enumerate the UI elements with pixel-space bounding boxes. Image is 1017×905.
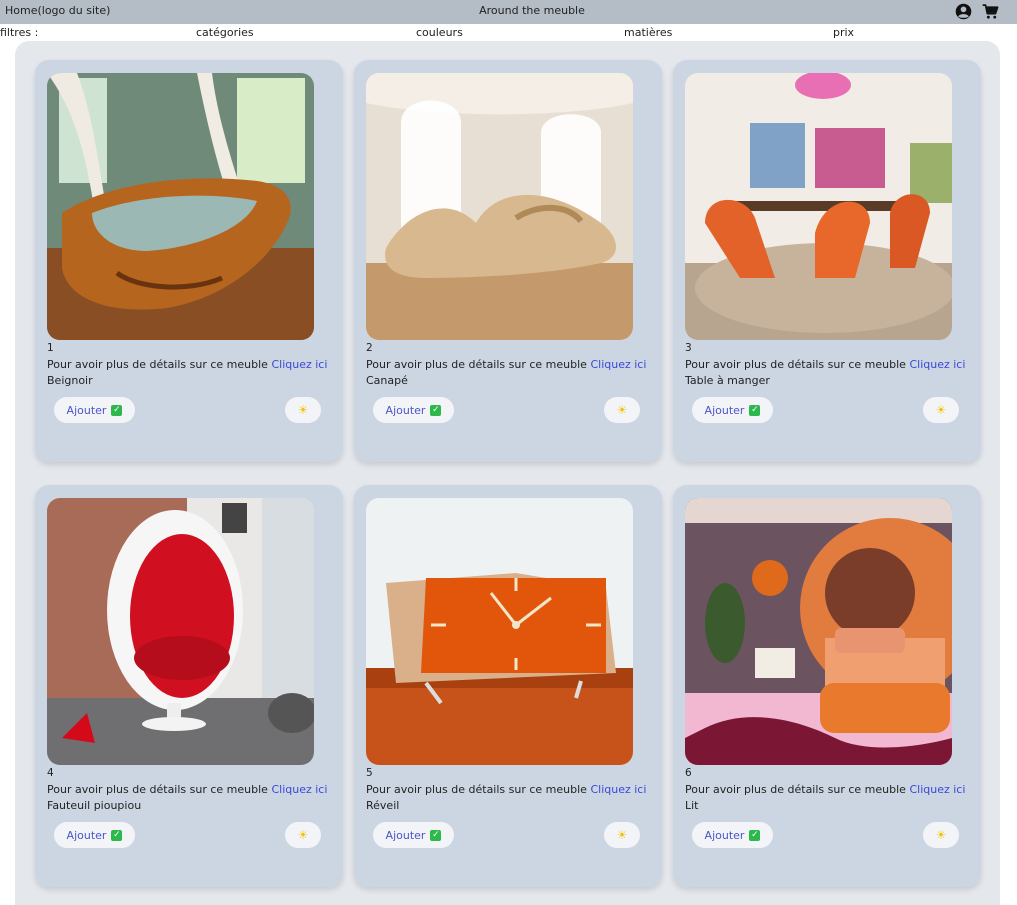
sun-button[interactable]: ☀ <box>923 397 959 423</box>
product-detail-text: Pour avoir plus de détails sur ce meuble… <box>366 358 646 371</box>
sun-icon: ☀ <box>297 828 309 842</box>
detail-label: Pour avoir plus de détails sur ce meuble <box>685 358 906 371</box>
add-label: Ajouter <box>704 828 745 842</box>
add-to-cart-button[interactable]: Ajouter ✓ <box>373 822 454 848</box>
product-name: Canapé <box>366 374 408 387</box>
product-image-bed[interactable] <box>685 498 952 765</box>
detail-label: Pour avoir plus de détails sur ce meuble <box>47 783 268 796</box>
check-box-icon: ✓ <box>749 404 761 416</box>
account-circle-icon[interactable] <box>955 3 972 20</box>
filters-bar: filtres : catégories couleurs matières p… <box>0 25 1017 41</box>
product-detail-text: Pour avoir plus de détails sur ce meuble… <box>685 783 965 796</box>
sun-button[interactable]: ☀ <box>285 822 321 848</box>
detail-label: Pour avoir plus de détails sur ce meuble <box>47 358 268 371</box>
product-name: Fauteuil pioupiou <box>47 799 142 812</box>
filter-price[interactable]: prix <box>833 26 854 39</box>
product-name: Réveil <box>366 799 400 812</box>
product-detail-text: Pour avoir plus de détails sur ce meuble… <box>366 783 646 796</box>
details-link[interactable]: Cliquez ici <box>271 358 327 371</box>
sun-icon: ☀ <box>297 403 309 417</box>
site-title: Around the meuble <box>479 4 585 17</box>
product-number: 5 <box>366 767 373 779</box>
product-image-clock[interactable] <box>366 498 633 765</box>
product-card: 1 Pour avoir plus de détails sur ce meub… <box>35 60 343 462</box>
product-detail-text: Pour avoir plus de détails sur ce meuble… <box>685 358 965 371</box>
detail-label: Pour avoir plus de détails sur ce meuble <box>366 783 587 796</box>
sun-button[interactable]: ☀ <box>285 397 321 423</box>
check-box-icon: ✓ <box>430 404 442 416</box>
sun-icon: ☀ <box>616 403 628 417</box>
top-nav-bar: Home(logo du site) Around the meuble <box>0 0 1017 24</box>
check-box-icon: ✓ <box>111 829 123 841</box>
product-number: 1 <box>47 342 54 354</box>
add-to-cart-button[interactable]: Ajouter ✓ <box>54 822 135 848</box>
shopping-cart-icon[interactable] <box>982 3 999 20</box>
add-to-cart-button[interactable]: Ajouter ✓ <box>692 397 773 423</box>
sun-icon: ☀ <box>935 403 947 417</box>
product-name: Beignoir <box>47 374 93 387</box>
product-number: 3 <box>685 342 692 354</box>
product-card: 5 Pour avoir plus de détails sur ce meub… <box>354 485 662 887</box>
details-link[interactable]: Cliquez ici <box>909 358 965 371</box>
product-number: 2 <box>366 342 373 354</box>
details-link[interactable]: Cliquez ici <box>909 783 965 796</box>
sun-icon: ☀ <box>616 828 628 842</box>
product-grid-panel: 1 Pour avoir plus de détails sur ce meub… <box>15 41 1000 905</box>
sun-button[interactable]: ☀ <box>923 822 959 848</box>
product-number: 6 <box>685 767 692 779</box>
add-to-cart-button[interactable]: Ajouter ✓ <box>54 397 135 423</box>
add-label: Ajouter <box>704 403 745 417</box>
add-label: Ajouter <box>66 828 107 842</box>
details-link[interactable]: Cliquez ici <box>590 783 646 796</box>
filters-label: filtres : <box>0 26 39 39</box>
add-to-cart-button[interactable]: Ajouter ✓ <box>692 822 773 848</box>
details-link[interactable]: Cliquez ici <box>590 358 646 371</box>
product-detail-text: Pour avoir plus de détails sur ce meuble… <box>47 358 327 371</box>
check-box-icon: ✓ <box>749 829 761 841</box>
filter-materials[interactable]: matières <box>624 26 672 39</box>
add-label: Ajouter <box>385 828 426 842</box>
check-box-icon: ✓ <box>430 829 442 841</box>
product-card: 6 Pour avoir plus de détails sur ce meub… <box>673 485 981 887</box>
product-card: 3 Pour avoir plus de détails sur ce meub… <box>673 60 981 462</box>
product-name: Lit <box>685 799 699 812</box>
add-label: Ajouter <box>66 403 107 417</box>
detail-label: Pour avoir plus de détails sur ce meuble <box>366 358 587 371</box>
product-name: Table à manger <box>685 374 770 387</box>
product-image-sofa[interactable] <box>366 73 633 340</box>
filter-colors[interactable]: couleurs <box>416 26 463 39</box>
details-link[interactable]: Cliquez ici <box>271 783 327 796</box>
add-to-cart-button[interactable]: Ajouter ✓ <box>373 397 454 423</box>
product-image-bathtub[interactable] <box>47 73 314 340</box>
sun-button[interactable]: ☀ <box>604 397 640 423</box>
detail-label: Pour avoir plus de détails sur ce meuble <box>685 783 906 796</box>
sun-button[interactable]: ☀ <box>604 822 640 848</box>
add-label: Ajouter <box>385 403 426 417</box>
product-card: 4 Pour avoir plus de détails sur ce meub… <box>35 485 343 887</box>
product-image-dining-table[interactable] <box>685 73 952 340</box>
product-number: 4 <box>47 767 54 779</box>
product-card: 2 Pour avoir plus de détails sur ce meub… <box>354 60 662 462</box>
check-box-icon: ✓ <box>111 404 123 416</box>
filter-categories[interactable]: catégories <box>196 26 254 39</box>
product-image-egg-chair[interactable] <box>47 498 314 765</box>
sun-icon: ☀ <box>935 828 947 842</box>
header-icons <box>955 3 999 20</box>
product-detail-text: Pour avoir plus de détails sur ce meuble… <box>47 783 327 796</box>
